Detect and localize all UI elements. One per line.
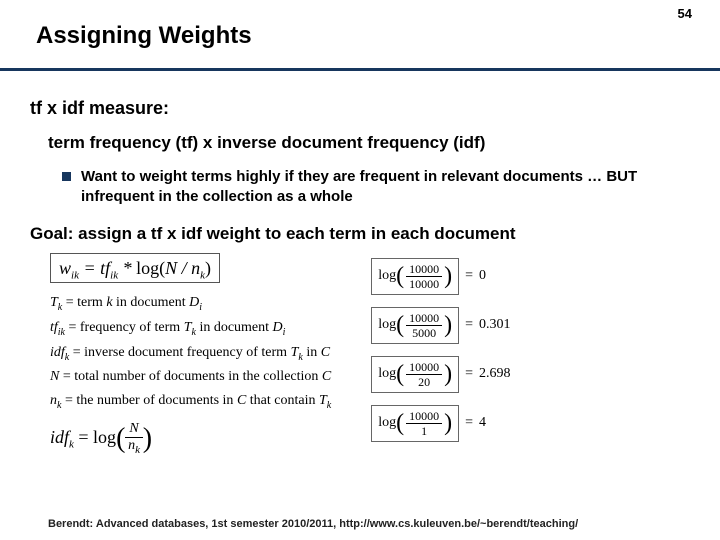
figure-row: wik = tfik * log(N / nk) Tk = term k in … [50,258,700,456]
page-title: Assigning Weights [36,22,252,50]
heading-expansion: term frequency (tf) x inverse document f… [48,133,700,153]
example-row: log(100005000)=0.301 [371,307,510,344]
title-rule [0,68,720,71]
bullet-text: Want to weight terms highly if they are … [81,167,700,208]
page-number: 54 [678,6,692,21]
def-line: idfk = inverse document frequency of ter… [50,341,331,366]
left-column: wik = tfik * log(N / nk) Tk = term k in … [50,258,331,456]
heading-measure: tf x idf measure: [30,98,700,119]
example-row: log(100001)=4 [371,405,510,442]
example-row: log(1000010000)=0 [371,258,510,295]
def-line: Tk = term k in document Di [50,291,331,316]
idf-formula: idfk = log(Nnk) [50,422,331,456]
slide-root: 54 Assigning Weights tf x idf measure: t… [0,0,720,540]
def-line: tfik = frequency of term Tk in document … [50,316,331,341]
bullet-square-icon [62,172,71,181]
heading-goal: Goal: assign a tf x idf weight to each t… [30,224,700,244]
def-line: nk = the number of documents in C that c… [50,389,331,414]
examples-column: log(1000010000)=0 log(100005000)=0.301 l… [371,258,510,454]
footer-text: Berendt: Advanced databases, 1st semeste… [48,518,578,530]
example-row: log(1000020)=2.698 [371,356,510,393]
content-area: tf x idf measure: term frequency (tf) x … [30,98,700,456]
weight-formula-box: wik = tfik * log(N / nk) [50,253,220,283]
def-line: N = total number of documents in the col… [50,365,331,389]
definitions: Tk = term k in document Di tfik = freque… [50,291,331,414]
bullet-row: Want to weight terms highly if they are … [62,167,700,208]
